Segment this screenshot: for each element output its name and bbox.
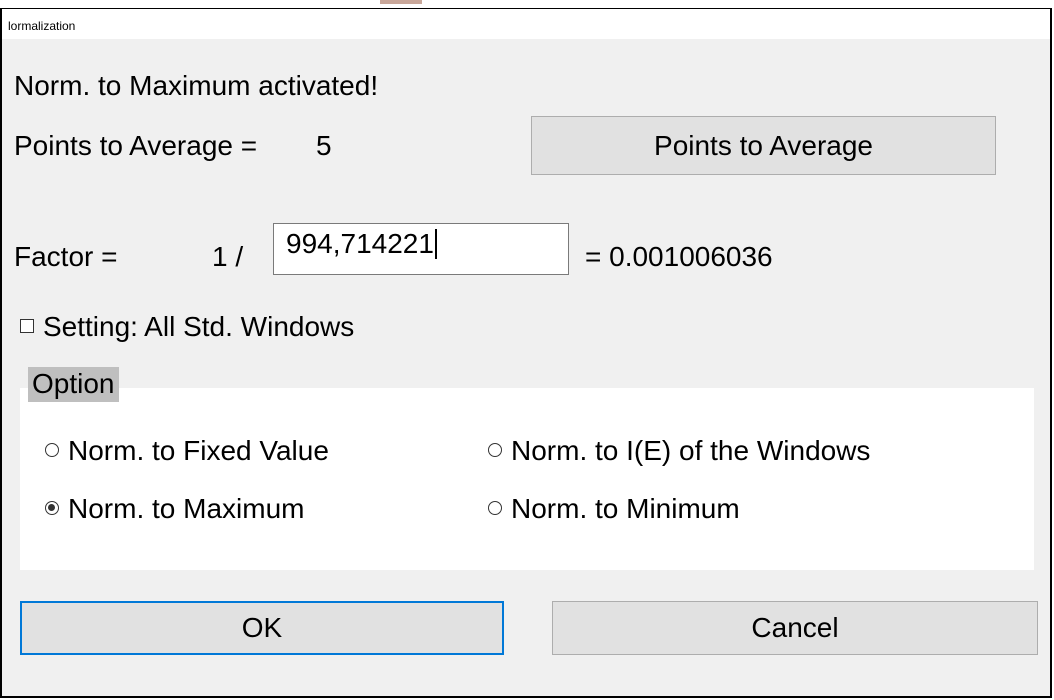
setting-checkbox-label[interactable]: Setting: All Std. Windows <box>43 313 354 341</box>
ok-button-label: OK <box>241 612 283 643</box>
radio-norm-fixed-value-label[interactable]: Norm. to Fixed Value <box>68 437 329 465</box>
points-to-average-label: Points to Average = <box>14 130 258 161</box>
background-window-fragment <box>380 0 422 4</box>
factor-label: Factor = <box>14 241 118 272</box>
cancel-button-label: Cancel <box>751 612 839 643</box>
radio-norm-ie-windows-label[interactable]: Norm. to I(E) of the Windows <box>511 437 870 465</box>
radio-norm-minimum-label[interactable]: Norm. to Minimum <box>511 495 740 523</box>
radio-norm-maximum[interactable] <box>45 501 59 515</box>
factor-prefix: 1 / <box>212 241 244 272</box>
option-group-label: Option <box>28 367 119 402</box>
points-to-average-button-label: Points to Average <box>654 129 873 161</box>
factor-input[interactable]: 994,714221 <box>273 223 569 275</box>
option-group-panel <box>20 388 1034 570</box>
radio-norm-fixed-value[interactable] <box>45 443 59 457</box>
radio-norm-maximum-label[interactable]: Norm. to Maximum <box>68 495 304 523</box>
radio-norm-ie-windows[interactable] <box>488 443 502 457</box>
normalization-dialog: lormalization Norm. to Maximum activated… <box>0 8 1052 698</box>
status-message: Norm. to Maximum activated! <box>14 70 379 101</box>
points-to-average-button[interactable]: Points to Average <box>531 116 996 175</box>
factor-result: = 0.001006036 <box>585 241 773 272</box>
cancel-button[interactable]: Cancel <box>552 601 1038 655</box>
title-bar[interactable]: lormalization <box>2 9 1050 39</box>
setting-checkbox[interactable] <box>20 319 34 333</box>
ok-button[interactable]: OK <box>20 601 504 655</box>
radio-norm-minimum[interactable] <box>488 501 502 515</box>
points-to-average-value: 5 <box>316 130 332 161</box>
factor-input-value: 994,714221 <box>286 228 434 259</box>
window-title: lormalization <box>8 19 76 33</box>
text-caret <box>434 229 437 259</box>
